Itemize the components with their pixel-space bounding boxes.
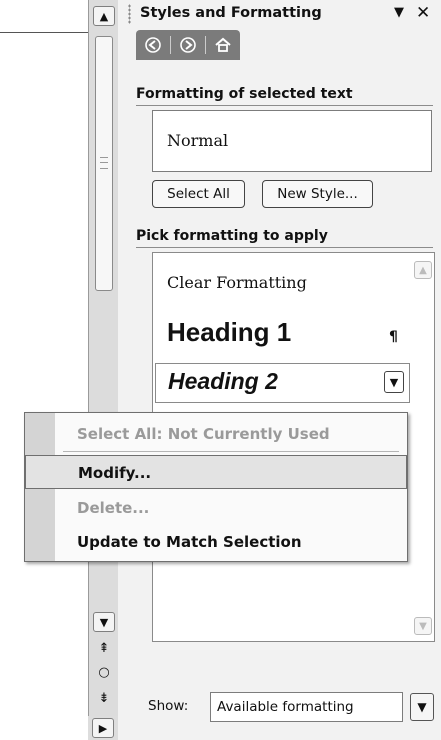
select-browse-object-button[interactable]: ○	[89, 664, 119, 682]
nav-separator	[170, 36, 171, 54]
previous-page-button[interactable]: ⇞	[89, 640, 119, 658]
scroll-right-button[interactable]: ▶	[92, 718, 114, 738]
chevron-up-icon: ▲	[419, 264, 427, 276]
chevron-right-icon: ▶	[98, 721, 108, 735]
new-style-button[interactable]: New Style...	[262, 180, 373, 208]
grip-icon	[100, 157, 108, 169]
menu-item-label: Select All: Not Currently Used	[77, 425, 330, 443]
next-page-button[interactable]: ⇟	[89, 690, 119, 708]
styles-formatting-pane: Styles and Formatting ▼ ✕ Formatting of …	[118, 0, 441, 740]
style-item-dropdown-button[interactable]: ▼	[384, 371, 404, 393]
show-dropdown-button[interactable]: ▼	[410, 693, 434, 721]
forward-arrow-icon[interactable]	[177, 34, 199, 56]
vertical-scrollbar[interactable]: ▲ ▼ ⇞ ○ ⇟	[88, 0, 120, 716]
drag-handle-icon[interactable]	[128, 4, 131, 24]
selected-formatting-label: Formatting of selected text	[136, 86, 353, 102]
document-area[interactable]	[0, 0, 88, 740]
menu-item-label: Modify...	[78, 464, 152, 482]
list-scroll-down-button[interactable]: ▼	[414, 617, 432, 635]
current-style-name: Normal	[167, 131, 229, 150]
menu-item-modify[interactable]: Modify...	[25, 455, 407, 489]
list-scroll-up-button[interactable]: ▲	[414, 261, 432, 279]
horizontal-scrollbar[interactable]: ▶	[88, 716, 118, 740]
current-style-box[interactable]: Normal	[152, 110, 432, 172]
chevron-down-icon: ▼	[389, 375, 399, 389]
style-item-clear-formatting[interactable]: Clear Formatting	[167, 273, 307, 292]
section-divider	[136, 247, 433, 248]
style-item-heading-1[interactable]: Heading 1	[167, 317, 291, 348]
chevron-down-icon: ▼	[417, 700, 427, 714]
menu-item-label: Delete...	[77, 499, 150, 517]
paragraph-mark-icon: ¶	[389, 329, 398, 345]
menu-item-label: Update to Match Selection	[77, 533, 302, 551]
show-select[interactable]: Available formatting	[210, 692, 403, 722]
chevron-up-icon: ▲	[99, 9, 109, 23]
pane-navigation-bar	[136, 30, 240, 60]
scroll-down-button[interactable]: ▼	[93, 612, 115, 632]
scroll-up-button[interactable]: ▲	[93, 6, 115, 26]
pane-menu-dropdown[interactable]: ▼	[394, 5, 404, 20]
style-context-menu: Select All: Not Currently Used Modify...…	[24, 412, 408, 562]
menu-item-update-to-match[interactable]: Update to Match Selection	[25, 525, 407, 559]
close-pane-button[interactable]: ✕	[416, 3, 430, 23]
pane-header: Styles and Formatting ▼ ✕	[118, 0, 441, 28]
select-all-button[interactable]: Select All	[152, 180, 245, 208]
style-item-heading-2-label: Heading 2	[168, 368, 278, 394]
show-label: Show:	[148, 698, 189, 714]
chevron-down-icon: ▼	[99, 615, 109, 629]
section-divider	[136, 105, 433, 106]
menu-item-select-all-unused[interactable]: Select All: Not Currently Used	[25, 417, 407, 451]
scroll-thumb[interactable]	[95, 36, 113, 291]
pane-title: Styles and Formatting	[140, 5, 322, 21]
menu-separator	[63, 451, 399, 452]
style-item-heading-2[interactable]: Heading 2 ▼	[155, 363, 410, 403]
formatting-list-scrollbar[interactable]: ▲ ▼	[412, 253, 434, 641]
nav-separator	[205, 36, 206, 54]
home-icon[interactable]	[212, 34, 234, 56]
pick-formatting-label: Pick formatting to apply	[136, 228, 328, 244]
menu-item-delete[interactable]: Delete...	[25, 491, 407, 525]
chevron-down-icon: ▼	[419, 620, 427, 632]
back-arrow-icon[interactable]	[142, 34, 164, 56]
document-top-strip	[0, 0, 88, 33]
